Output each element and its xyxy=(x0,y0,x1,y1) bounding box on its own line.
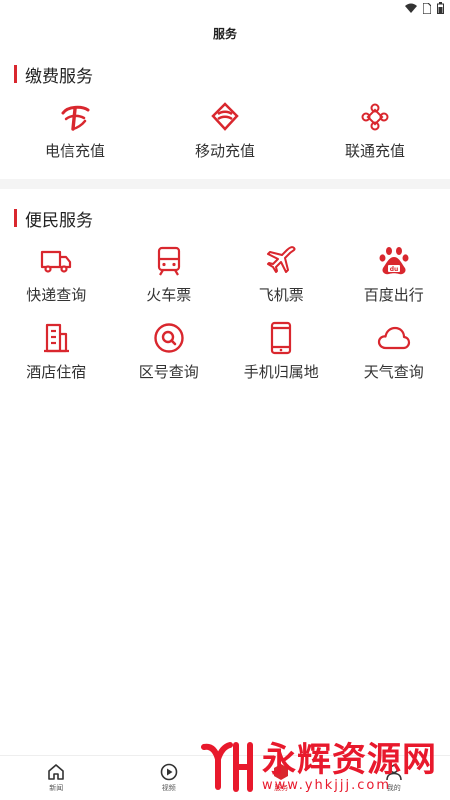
watermark-url: www.yhkjjj.com xyxy=(262,777,392,793)
express-query-button[interactable]: 快递查询 xyxy=(0,244,113,305)
mobile-recharge-label: 移动充值 xyxy=(194,142,255,160)
page-title: 服务 xyxy=(212,26,237,41)
plane-ticket-button[interactable]: 飞机票 xyxy=(225,244,338,305)
watermark-title: 永辉资源网 xyxy=(262,739,437,780)
watermark-logo xyxy=(201,742,253,792)
telecom-recharge-label: 电信充值 xyxy=(44,142,105,160)
nav-video-label: 视频 xyxy=(161,784,176,792)
train-ticket-label: 火车票 xyxy=(146,286,192,304)
sim-icon xyxy=(423,2,431,14)
unicom-icon xyxy=(361,103,389,131)
telecom-recharge-button[interactable]: 电信充值 xyxy=(0,100,150,161)
plane-ticket-label: 飞机票 xyxy=(258,286,304,304)
nav-news[interactable]: 新闻 xyxy=(0,756,113,800)
phone-location-label: 手机归属地 xyxy=(243,363,319,381)
search-icon xyxy=(154,323,184,353)
phone-icon xyxy=(271,321,292,355)
section-accent-bar xyxy=(14,209,17,227)
phone-location-button[interactable]: 手机归属地 xyxy=(225,321,338,382)
svg-text:du: du xyxy=(389,266,398,273)
section-title: 便民服务 xyxy=(25,210,93,231)
train-ticket-button[interactable]: 火车票 xyxy=(113,244,226,305)
weather-query-button[interactable]: 天气查询 xyxy=(338,321,450,382)
hotel-label: 酒店住宿 xyxy=(26,363,87,381)
app-header: 服务 xyxy=(0,16,450,50)
baidu-travel-button[interactable]: du 百度出行 xyxy=(338,244,450,305)
plane-icon xyxy=(267,246,296,273)
battery-icon xyxy=(437,2,444,14)
baidu-travel-label: 百度出行 xyxy=(363,286,424,304)
wifi-icon xyxy=(405,3,417,13)
nav-news-label: 新闻 xyxy=(49,784,64,792)
baidu-icon: du xyxy=(379,247,409,275)
train-icon xyxy=(157,246,180,276)
section-accent-bar xyxy=(14,65,17,83)
hotel-icon xyxy=(44,323,70,353)
truck-icon xyxy=(41,250,72,273)
unicom-recharge-label: 联通充值 xyxy=(344,142,405,160)
status-bar xyxy=(0,0,450,16)
telecom-icon xyxy=(61,105,90,131)
mobile-icon xyxy=(211,102,239,131)
section-divider xyxy=(0,179,450,189)
section-title: 缴费服务 xyxy=(25,66,93,87)
express-query-label: 快递查询 xyxy=(26,286,87,304)
area-code-button[interactable]: 区号查询 xyxy=(113,321,226,382)
area-code-label: 区号查询 xyxy=(138,363,199,381)
cloud-icon xyxy=(377,326,410,350)
site-watermark: 永辉资源网 www.yhkjjj.com xyxy=(200,734,450,800)
unicom-recharge-button[interactable]: 联通充值 xyxy=(300,100,450,161)
home-icon xyxy=(48,764,65,780)
hotel-button[interactable]: 酒店住宿 xyxy=(0,321,113,382)
play-icon xyxy=(160,763,178,781)
weather-query-label: 天气查询 xyxy=(363,363,424,381)
mobile-recharge-button[interactable]: 移动充值 xyxy=(150,100,300,161)
convenience-services-section: 便民服务 快递查询 火车票 飞机票 du 百度出行 酒店住宿 区号查询 手机归属… xyxy=(0,206,450,382)
payment-services-section: 缴费服务 电信充值 移动充值 联通充值 xyxy=(0,62,450,161)
